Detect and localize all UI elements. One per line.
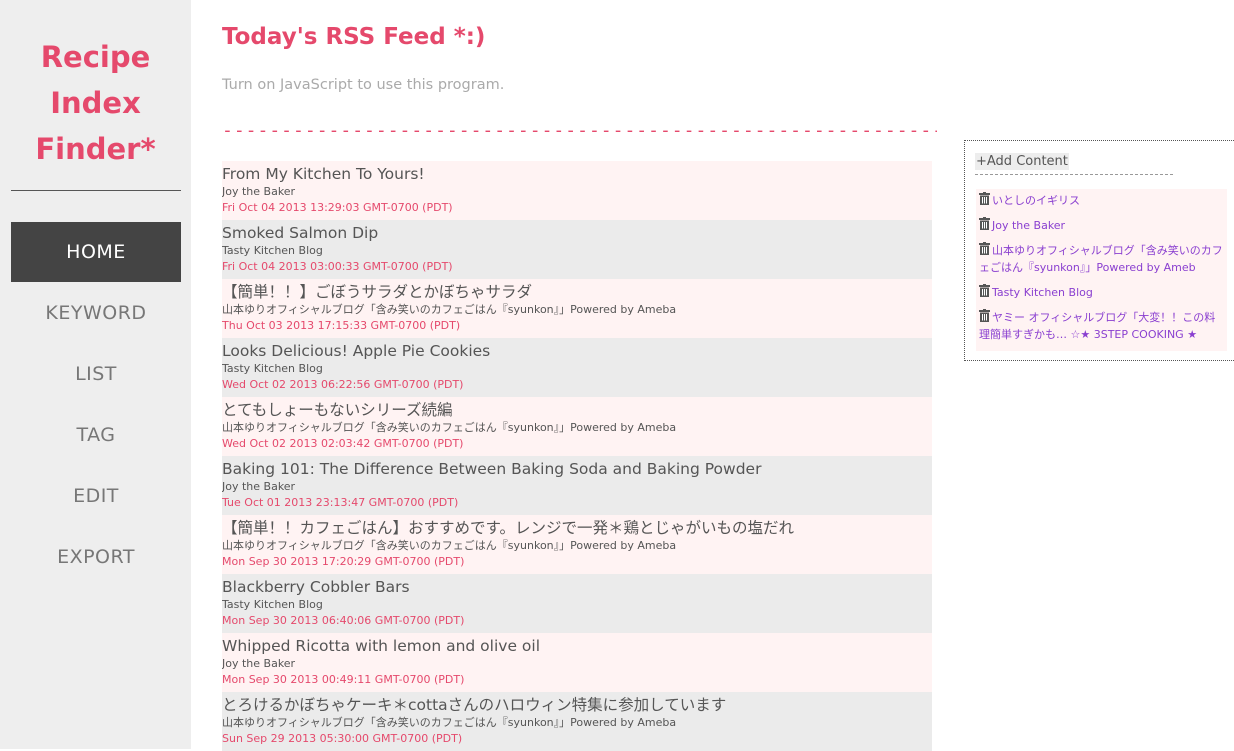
feed-title[interactable]: 【簡単！！】ごぼうサラダとかぼちゃサラダ xyxy=(222,282,932,302)
feed-item[interactable]: とろけるかぼちゃケーキ＊cottaさんのハロウィン特集に参加しています 山本ゆり… xyxy=(222,692,932,751)
javascript-notice: Turn on JavaScript to use this program. xyxy=(222,77,505,93)
feed-source: 山本ゆりオフィシャルブログ「含み笑いのカフェごはん『syunkon』」Power… xyxy=(222,716,677,729)
feed-source: Joy the Baker xyxy=(222,185,296,198)
subscription-item[interactable]: Joy the Baker xyxy=(979,217,1224,234)
feed-title[interactable]: From My Kitchen To Yours! xyxy=(222,164,932,184)
feed-date: Fri Oct 04 2013 13:29:03 GMT-0700 (PDT) xyxy=(222,201,453,214)
feed-source: Joy the Baker xyxy=(222,480,296,493)
feed-item[interactable]: とてもしょーもないシリーズ続編 山本ゆりオフィシャルブログ「含み笑いのカフェごは… xyxy=(222,397,932,456)
feed-item[interactable]: Baking 101: The Difference Between Bakin… xyxy=(222,456,932,515)
feed-title[interactable]: Whipped Ricotta with lemon and olive oil xyxy=(222,636,932,656)
feed-title[interactable]: Looks Delicious! Apple Pie Cookies xyxy=(222,341,932,361)
nav-item-export[interactable]: EXPORT xyxy=(11,527,181,587)
nav-item-home[interactable]: HOME xyxy=(11,222,181,282)
feed-date: Sun Sep 29 2013 05:30:00 GMT-0700 (PDT) xyxy=(222,732,463,745)
feed-item[interactable]: Whipped Ricotta with lemon and olive oil… xyxy=(222,633,932,692)
feed-date: Wed Oct 02 2013 06:22:56 GMT-0700 (PDT) xyxy=(222,378,464,391)
feed-date: Mon Sep 30 2013 06:40:06 GMT-0700 (PDT) xyxy=(222,614,465,627)
sidebar-divider xyxy=(11,190,181,191)
feed-item[interactable]: 【簡単！！】ごぼうサラダとかぼちゃサラダ 山本ゆりオフィシャルブログ「含み笑いの… xyxy=(222,279,932,338)
feed-title[interactable]: Blackberry Cobbler Bars xyxy=(222,577,932,597)
logo-line: Index xyxy=(50,86,141,120)
feed-source: 山本ゆりオフィシャルブログ「含み笑いのカフェごはん『syunkon』」Power… xyxy=(222,303,677,316)
feed-date: Fri Oct 04 2013 03:00:33 GMT-0700 (PDT) xyxy=(222,260,453,273)
feed-date: Thu Oct 03 2013 17:15:33 GMT-0700 (PDT) xyxy=(222,319,461,332)
trash-icon[interactable] xyxy=(979,309,990,322)
dashed-divider: ----------------------------------------… xyxy=(222,120,937,141)
subscription-item[interactable]: いとしのイギリス xyxy=(979,192,1224,209)
feed-title[interactable]: Baking 101: The Difference Between Bakin… xyxy=(222,459,932,479)
feed-source: Tasty Kitchen Blog xyxy=(222,362,323,375)
main-nav: HOME KEYWORD LIST TAG EDIT EXPORT xyxy=(11,222,181,588)
logo-line: Finder* xyxy=(35,132,156,166)
feed-item[interactable]: Smoked Salmon Dip Tasty Kitchen Blog Fri… xyxy=(222,220,932,279)
trash-icon[interactable] xyxy=(979,192,990,205)
subscription-link[interactable]: Joy the Baker xyxy=(992,219,1065,232)
page-title: Today's RSS Feed *:) xyxy=(222,24,486,50)
nav-item-tag[interactable]: TAG xyxy=(11,405,181,465)
feed-title[interactable]: 【簡単！！カフェごはん】おすすめです。レンジで一発＊鶏とじゃがいもの塩だれ xyxy=(222,518,932,538)
feed-source: 山本ゆりオフィシャルブログ「含み笑いのカフェごはん『syunkon』」Power… xyxy=(222,539,677,552)
subscriptions-panel: +Add Content いとしのイギリス Joy the Baker 山本ゆり… xyxy=(964,140,1234,361)
panel-divider xyxy=(975,174,1173,175)
nav-item-keyword[interactable]: KEYWORD xyxy=(11,283,181,343)
feed-title[interactable]: Smoked Salmon Dip xyxy=(222,223,932,243)
feed-item[interactable]: Looks Delicious! Apple Pie Cookies Tasty… xyxy=(222,338,932,397)
feed-item[interactable]: Blackberry Cobbler Bars Tasty Kitchen Bl… xyxy=(222,574,932,633)
feed-title[interactable]: とてもしょーもないシリーズ続編 xyxy=(222,400,932,420)
subscription-link[interactable]: Tasty Kitchen Blog xyxy=(992,286,1093,299)
feed-source: Joy the Baker xyxy=(222,657,296,670)
trash-icon[interactable] xyxy=(979,284,990,297)
subscription-item[interactable]: Tasty Kitchen Blog xyxy=(979,284,1224,301)
subscription-link[interactable]: 山本ゆりオフィシャルブログ「含み笑いのカフェごはん『syunkon』」Power… xyxy=(979,244,1223,274)
subscription-item[interactable]: 山本ゆりオフィシャルブログ「含み笑いのカフェごはん『syunkon』」Power… xyxy=(979,242,1224,276)
logo-line: Recipe xyxy=(40,40,151,74)
subscription-link[interactable]: いとしのイギリス xyxy=(992,194,1080,207)
feed-item[interactable]: From My Kitchen To Yours! Joy the Baker … xyxy=(222,161,932,220)
nav-item-edit[interactable]: EDIT xyxy=(11,466,181,526)
trash-icon[interactable] xyxy=(979,242,990,255)
feed-source: Tasty Kitchen Blog xyxy=(222,598,323,611)
feed-date: Tue Oct 01 2013 23:13:47 GMT-0700 (PDT) xyxy=(222,496,459,509)
feed-list: From My Kitchen To Yours! Joy the Baker … xyxy=(222,161,932,751)
subscription-link[interactable]: ヤミー オフィシャルブログ「大変！！この料理簡単すぎかも… ☆★ 3STEP C… xyxy=(979,311,1215,341)
sidebar: Recipe Index Finder* HOME KEYWORD LIST T… xyxy=(0,0,191,749)
feed-source: 山本ゆりオフィシャルブログ「含み笑いのカフェごはん『syunkon』」Power… xyxy=(222,421,677,434)
feed-source: Tasty Kitchen Blog xyxy=(222,244,323,257)
app-logo[interactable]: Recipe Index Finder* xyxy=(0,34,191,172)
feed-date: Mon Sep 30 2013 17:20:29 GMT-0700 (PDT) xyxy=(222,555,465,568)
subscription-list: いとしのイギリス Joy the Baker 山本ゆりオフィシャルブログ「含み笑… xyxy=(976,189,1227,351)
feed-title[interactable]: とろけるかぼちゃケーキ＊cottaさんのハロウィン特集に参加しています xyxy=(222,695,932,715)
subscription-item[interactable]: ヤミー オフィシャルブログ「大変！！この料理簡単すぎかも… ☆★ 3STEP C… xyxy=(979,309,1224,343)
feed-date: Mon Sep 30 2013 00:49:11 GMT-0700 (PDT) xyxy=(222,673,465,686)
add-content-button[interactable]: +Add Content xyxy=(975,153,1069,170)
feed-date: Wed Oct 02 2013 02:03:42 GMT-0700 (PDT) xyxy=(222,437,464,450)
trash-icon[interactable] xyxy=(979,217,990,230)
feed-item[interactable]: 【簡単！！カフェごはん】おすすめです。レンジで一発＊鶏とじゃがいもの塩だれ 山本… xyxy=(222,515,932,574)
nav-item-list[interactable]: LIST xyxy=(11,344,181,404)
